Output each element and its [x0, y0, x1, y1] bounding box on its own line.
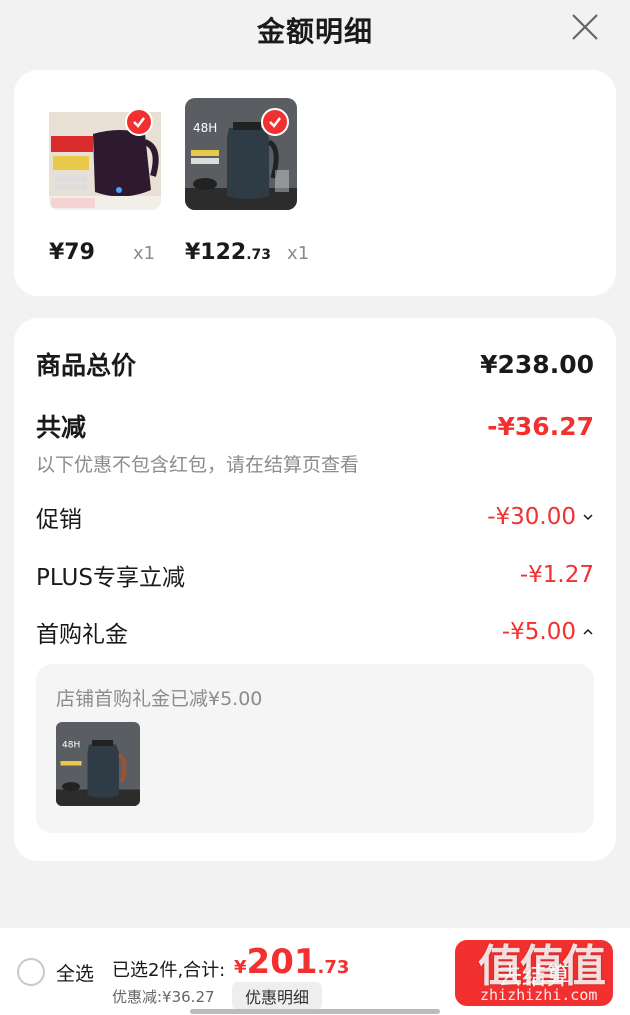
home-indicator[interactable]: [190, 1009, 440, 1014]
promo-value-wrap: -¥30.00: [487, 504, 594, 530]
checked-icon[interactable]: [125, 108, 153, 136]
reduce-label: 共减: [36, 413, 87, 442]
total-decimal: .73: [317, 957, 350, 978]
gift-label: 首购礼金: [36, 622, 128, 648]
chevron-down-icon[interactable]: [582, 511, 594, 523]
gift-detail-box: 店铺首购礼金已减¥5.00 48H: [36, 664, 594, 833]
product-price-row: ¥122 .73 x1: [185, 240, 309, 265]
svg-text:48H: 48H: [193, 121, 217, 135]
reduce-row: 共减 -¥36.27: [36, 408, 594, 444]
plus-label: PLUS专享立减: [36, 565, 185, 591]
product-item[interactable]: 48H: [185, 98, 297, 210]
product-price: ¥79: [49, 240, 95, 265]
discount-note: 以下优惠不包含红包，请在结算页查看: [36, 454, 360, 476]
plus-row: PLUS专享立减 -¥1.27: [36, 558, 594, 592]
checkout-button[interactable]: 去结算: [455, 940, 613, 1006]
gift-value: -¥5.00: [501, 619, 576, 645]
gift-row[interactable]: 首购礼金 -¥5.00: [36, 615, 594, 649]
product-quantity: x1: [132, 243, 156, 264]
flask-thumbnail: 48H: [56, 722, 140, 806]
page-title: 金额明细: [256, 15, 373, 48]
product-item[interactable]: [49, 98, 161, 210]
checked-icon[interactable]: [261, 108, 289, 136]
select-all-label[interactable]: 全选: [56, 959, 94, 986]
product-card: ¥79 x1 48H ¥122 .73 x1: [14, 70, 616, 296]
page-header: 金额明细: [0, 0, 630, 60]
promo-value: -¥30.00: [487, 504, 576, 530]
bottom-bar: 全选 已选2件,合计: ¥ 201 .73 优惠减:¥36.27 优惠明细 去结…: [0, 928, 630, 1015]
product-price-decimal: .73: [246, 247, 272, 263]
total-label: 商品总价: [36, 351, 137, 380]
product-quantity: x1: [287, 243, 310, 264]
select-all-radio[interactable]: [17, 958, 45, 986]
kettle-thumbnail: [49, 98, 161, 210]
summary-card: 商品总价 ¥238.00 共减 -¥36.27 以下优惠不包含红包，请在结算页查…: [14, 318, 616, 861]
gift-value-wrap: -¥5.00: [502, 619, 594, 645]
promo-row[interactable]: 促销 -¥30.00: [36, 500, 594, 534]
product-price-row: ¥79 x1: [49, 240, 155, 265]
svg-text:48H: 48H: [62, 741, 80, 751]
chevron-up-icon[interactable]: [582, 626, 594, 638]
total-currency: ¥: [234, 957, 247, 978]
flask-thumbnail: 48H: [185, 98, 297, 210]
discount-detail-button[interactable]: 优惠明细: [232, 982, 322, 1010]
reduce-value: -¥36.27: [487, 411, 594, 441]
close-icon[interactable]: [570, 12, 600, 42]
total-integer: 201: [246, 942, 318, 982]
discount-summary: 优惠减:¥36.27: [112, 988, 215, 1006]
total-value: ¥238.00: [480, 349, 594, 379]
plus-value: -¥1.27: [519, 562, 594, 588]
total-row: 商品总价 ¥238.00: [36, 346, 594, 382]
gift-detail-text: 店铺首购礼金已减¥5.00: [56, 688, 263, 710]
product-price: ¥122: [185, 240, 247, 265]
total-price: ¥ 201 .73: [234, 942, 349, 982]
promo-label: 促销: [36, 507, 82, 533]
selected-count-text: 已选2件,合计:: [112, 960, 226, 981]
